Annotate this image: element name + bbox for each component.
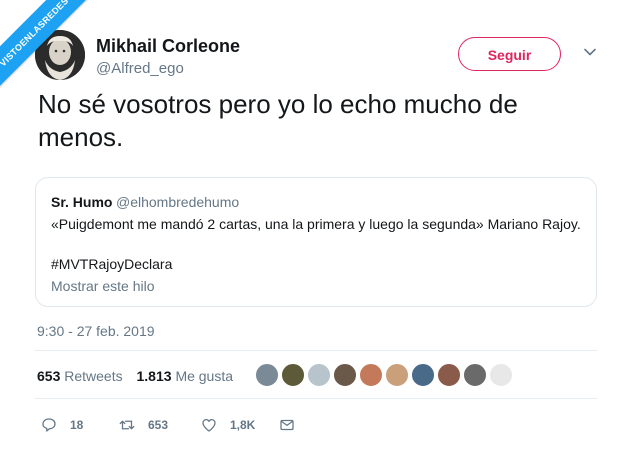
tweet-actions: 18 653 1,8K <box>40 414 340 436</box>
liker-avatar[interactable] <box>254 362 280 388</box>
retweet-count: 653 <box>148 418 169 432</box>
heart-icon <box>202 418 216 432</box>
follow-button[interactable]: Seguir <box>458 37 561 71</box>
liker-avatar[interactable] <box>358 362 384 388</box>
liker-avatar[interactable] <box>280 362 306 388</box>
retweet-icon <box>119 420 135 430</box>
liker-avatar[interactable] <box>332 362 358 388</box>
envelope-icon <box>280 419 294 431</box>
retweet-button[interactable]: 653 <box>118 414 168 436</box>
tweet-timestamp[interactable]: 9:30 - 27 feb. 2019 <box>37 323 155 339</box>
tweet-text: No sé vosotros pero yo lo echo mucho de … <box>38 89 518 152</box>
reply-button[interactable]: 18 <box>40 414 83 436</box>
divider <box>35 350 597 351</box>
liker-avatar[interactable] <box>410 362 436 388</box>
reply-count: 18 <box>70 418 84 432</box>
like-count: 1,8K <box>230 418 256 432</box>
chevron-down-icon[interactable] <box>582 44 598 60</box>
liker-avatar[interactable] <box>306 362 332 388</box>
quoted-author-name: Sr. Humo <box>51 194 113 210</box>
divider <box>35 398 597 399</box>
likes-label[interactable]: Me gusta <box>175 368 233 384</box>
quoted-text: «Puigdemont me mandó 2 cartas, una la pr… <box>51 216 581 232</box>
liker-avatar[interactable] <box>384 362 410 388</box>
direct-message-button[interactable] <box>278 414 308 436</box>
quoted-author-handle: @elhombredehumo <box>116 194 240 210</box>
liker-avatar[interactable] <box>488 362 514 388</box>
author-name[interactable]: Mikhail Corleone <box>96 36 240 57</box>
reply-icon <box>42 418 56 432</box>
retweets-count[interactable]: 653 <box>37 368 60 384</box>
quoted-hashtag[interactable]: #MVTRajoyDeclara <box>51 256 172 272</box>
quoted-tweet[interactable]: Sr. Humo @elhombredehumo «Puigdemont me … <box>35 177 597 307</box>
engagement-stats: 653 Retweets 1.813 Me gusta <box>37 368 233 384</box>
likes-count[interactable]: 1.813 <box>137 368 172 384</box>
liker-avatar[interactable] <box>462 362 488 388</box>
show-thread-link[interactable]: Mostrar este hilo <box>51 278 154 294</box>
like-button[interactable]: 1,8K <box>200 414 255 436</box>
author-handle[interactable]: @Alfred_ego <box>96 60 184 77</box>
tweet-header: Mikhail Corleone @Alfred_ego Seguir <box>35 30 612 82</box>
retweets-label[interactable]: Retweets <box>64 368 122 384</box>
liker-avatar[interactable] <box>436 362 462 388</box>
